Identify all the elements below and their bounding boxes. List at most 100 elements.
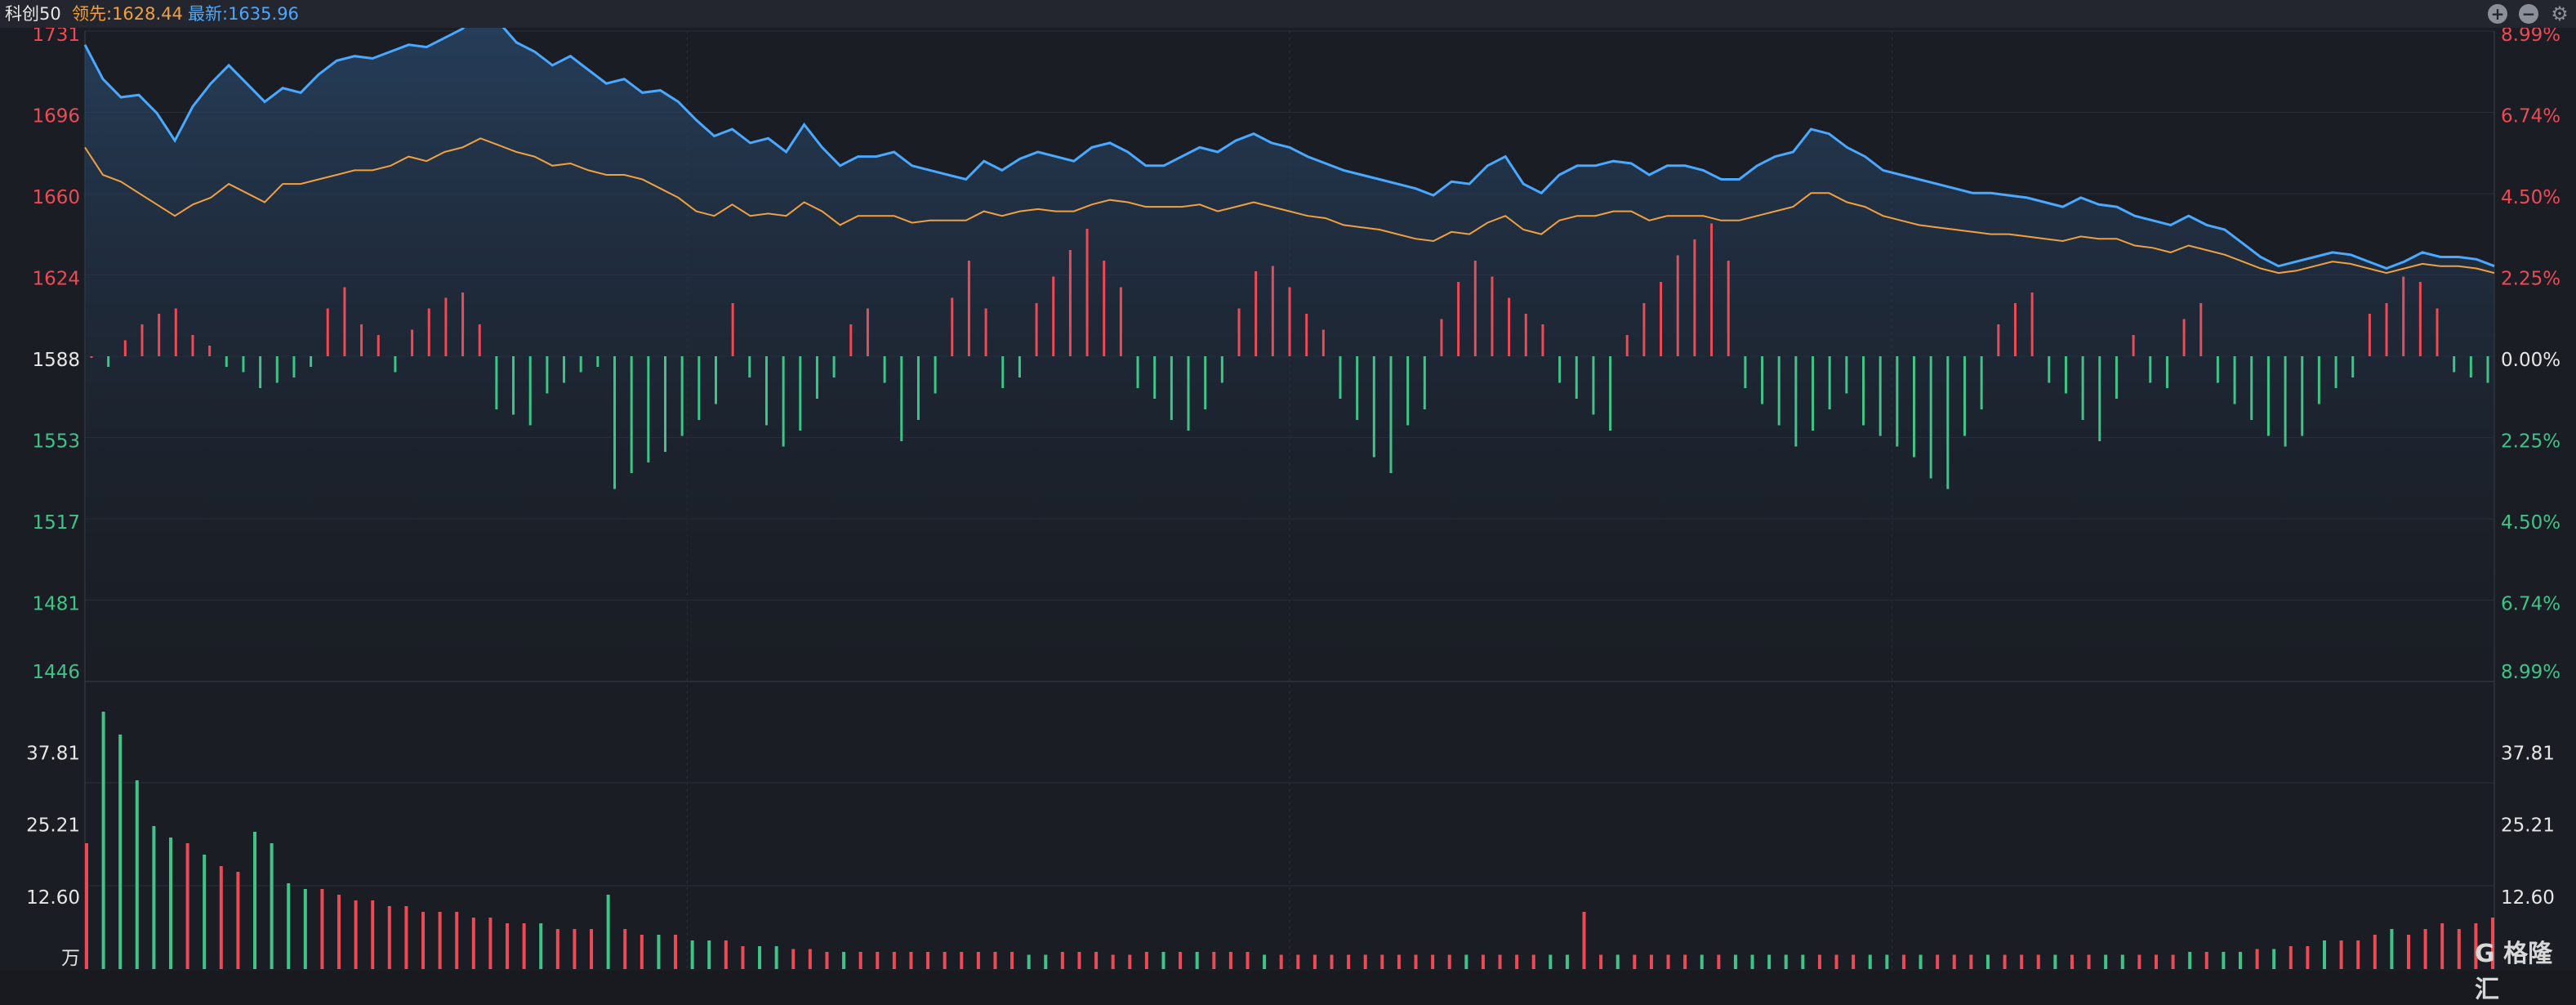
- volume-bar: [2373, 935, 2377, 969]
- flow-bar: [411, 329, 414, 356]
- volume-bar: [1179, 952, 1183, 969]
- flow-bar: [275, 356, 279, 383]
- volume-bar: [1784, 954, 1788, 969]
- flow-bar: [2030, 293, 2034, 356]
- volume-bar: [1212, 952, 1216, 969]
- y-tick-left: 1481: [32, 594, 80, 615]
- volume-bar: [488, 918, 492, 969]
- flow-bar: [647, 356, 650, 462]
- flow-bar: [2351, 356, 2355, 377]
- volume-tick-right: 37.81: [2501, 743, 2555, 764]
- flow-bar: [225, 356, 228, 367]
- y-tick-left: 1624: [32, 269, 80, 290]
- volume-bar: [2255, 949, 2259, 969]
- volume-bar: [2356, 940, 2360, 969]
- watermark-logo: G 格隆汇: [2475, 940, 2553, 1004]
- volume-bar: [1666, 954, 1670, 969]
- chart-svg: 1731169616601624158815531517148114468.99…: [26, 8, 2560, 969]
- volume-bar: [1582, 912, 1586, 969]
- flow-bar: [2486, 356, 2489, 383]
- flow-bar: [427, 308, 430, 356]
- volume-tick-left: 37.81: [26, 743, 80, 764]
- volume-bar: [1246, 952, 1250, 969]
- volume-bar: [1969, 954, 1973, 969]
- volume-bar: [555, 929, 559, 969]
- flow-bar: [1508, 297, 1511, 356]
- flow-bar: [2216, 356, 2219, 383]
- flow-bar: [630, 356, 633, 473]
- y-tick-left: 1696: [32, 106, 80, 127]
- flow-bar: [1035, 303, 1038, 356]
- volume-tick-right: 12.60: [2501, 887, 2555, 909]
- flow-bar: [815, 356, 818, 399]
- volume-bar: [2272, 949, 2276, 969]
- flow-bar: [782, 356, 785, 447]
- flow-bar: [579, 356, 582, 373]
- volume-bar: [1565, 954, 1569, 969]
- flow-bar: [1980, 356, 1983, 409]
- volume-bar: [270, 843, 274, 969]
- flow-bar: [1862, 356, 1865, 426]
- volume-bar: [2020, 954, 2024, 969]
- volume-bar: [943, 952, 947, 969]
- flow-bar: [799, 356, 802, 431]
- flow-bar: [528, 356, 532, 426]
- flow-bar: [1794, 356, 1798, 447]
- volume-bar: [1852, 954, 1856, 969]
- volume-bar: [1111, 954, 1115, 969]
- volume-bar: [2406, 935, 2410, 969]
- flow-bar: [1255, 271, 1258, 356]
- volume-bar: [1683, 954, 1687, 969]
- flow-bar: [1271, 266, 1274, 356]
- volume-bar: [825, 952, 829, 969]
- volume-bar: [1228, 952, 1232, 969]
- volume-bar: [2188, 952, 2192, 969]
- volume-bar: [1044, 954, 1048, 969]
- volume-bar: [657, 935, 661, 969]
- volume-bar: [1531, 954, 1535, 969]
- flow-bar: [1356, 356, 1359, 420]
- flow-bar: [1777, 356, 1780, 426]
- flow-bar: [2453, 356, 2456, 373]
- flow-bar: [832, 356, 836, 377]
- flow-bar: [2064, 356, 2067, 394]
- volume-bar: [741, 946, 745, 969]
- minus-circle-icon[interactable]: −: [2519, 4, 2538, 24]
- flow-bar: [158, 314, 161, 356]
- y-tick-right: 0.00%: [2501, 350, 2560, 371]
- flow-bar: [2182, 319, 2186, 356]
- volume-bar: [471, 918, 475, 969]
- y-tick-left: 1517: [32, 512, 80, 534]
- volume-bar: [1649, 954, 1653, 969]
- flow-bar: [2013, 303, 2017, 356]
- volume-bar: [1363, 954, 1367, 969]
- volume-bar: [1952, 954, 1956, 969]
- flow-bar: [2048, 356, 2051, 383]
- flow-bar: [461, 293, 465, 356]
- flow-bar: [1204, 356, 1207, 409]
- volume-bar: [1263, 954, 1267, 969]
- volume-bar: [842, 952, 846, 969]
- flow-bar: [1305, 314, 1308, 356]
- flow-bar: [1642, 303, 1646, 356]
- volume-bar: [320, 889, 324, 969]
- volume-bar: [993, 952, 997, 969]
- flow-bar: [664, 356, 667, 452]
- flow-bar: [259, 356, 262, 388]
- volume-bar: [1161, 952, 1165, 969]
- flow-bar: [1389, 356, 1393, 473]
- flow-bar: [984, 308, 987, 356]
- volume-bar: [1936, 954, 1940, 969]
- volume-bar: [1144, 952, 1148, 969]
- chart-root: 1731 1696 1660 1624 1588 1553 1517 1481 1446 8.99…: [0, 0, 2576, 1004]
- plus-circle-icon[interactable]: +: [2488, 4, 2507, 24]
- volume-bar: [758, 946, 762, 969]
- flow-bar: [1288, 287, 1291, 356]
- gear-icon[interactable]: ⚙: [2550, 4, 2569, 24]
- flow-bar: [1761, 356, 1764, 404]
- flow-bar: [596, 356, 599, 367]
- flow-bar: [2081, 356, 2084, 420]
- flow-bar: [849, 324, 853, 356]
- flow-bar: [1170, 356, 1173, 420]
- flow-bar: [174, 308, 177, 356]
